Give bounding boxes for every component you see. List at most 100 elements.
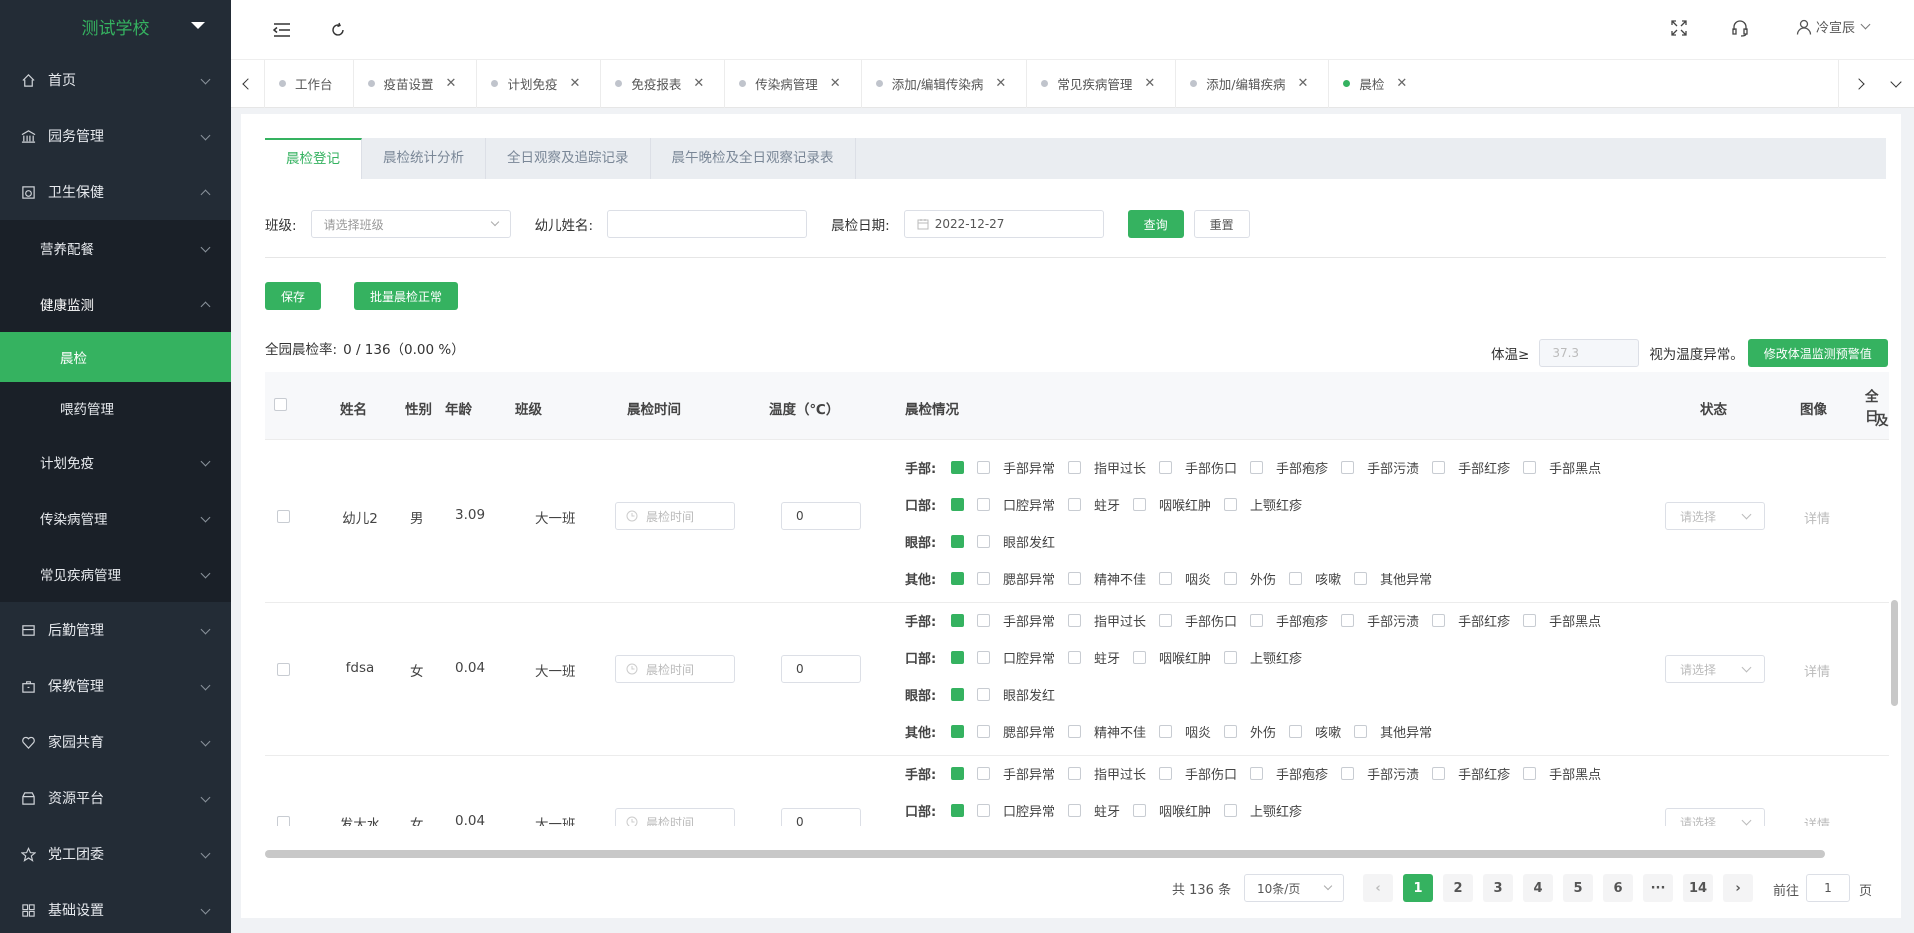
sidebar-item-resources[interactable]: 资源平台: [0, 770, 231, 826]
condition-checkbox[interactable]: [977, 687, 990, 701]
check-time-input[interactable]: 晨检时间: [615, 655, 735, 683]
condition-checkbox[interactable]: [1224, 571, 1238, 585]
page-size-select[interactable]: 10条/页: [1244, 874, 1344, 902]
sidebar-item-medicine[interactable]: 喂药管理: [0, 382, 231, 434]
subtab-observation[interactable]: 全日观察及追踪记录: [486, 138, 651, 179]
normal-checkbox[interactable]: [951, 724, 964, 738]
page-button[interactable]: 4: [1523, 874, 1553, 902]
sidebar-item-affairs[interactable]: 园务管理: [0, 108, 231, 164]
temperature-input[interactable]: 0: [781, 655, 861, 683]
subtab-statistics[interactable]: 晨检统计分析: [362, 138, 486, 179]
subtab-record-table[interactable]: 晨午晚检及全日观察记录表: [651, 138, 856, 179]
condition-checkbox[interactable]: [1133, 650, 1147, 664]
child-name-input[interactable]: [607, 210, 808, 238]
sidebar-item-logistics[interactable]: 后勤管理: [0, 602, 231, 658]
condition-checkbox[interactable]: [1159, 460, 1173, 474]
condition-checkbox[interactable]: [1068, 460, 1082, 474]
close-icon[interactable]: ✕: [693, 76, 704, 91]
condition-checkbox[interactable]: [1341, 460, 1355, 474]
tabs-next-button[interactable]: [1838, 60, 1878, 108]
condition-checkbox[interactable]: [1159, 766, 1173, 780]
temperature-input[interactable]: 0: [781, 502, 861, 530]
page-ellipsis[interactable]: ···: [1643, 874, 1673, 902]
tab-infectious[interactable]: 传染病管理 ✕: [725, 59, 862, 108]
condition-checkbox[interactable]: [1133, 497, 1147, 511]
condition-checkbox[interactable]: [977, 803, 990, 817]
date-picker[interactable]: 2022-12-27: [903, 210, 1104, 238]
condition-checkbox[interactable]: [1224, 803, 1238, 817]
condition-checkbox[interactable]: [1432, 766, 1446, 780]
tabs-more-button[interactable]: [1878, 60, 1914, 108]
row-checkbox[interactable]: [277, 510, 290, 523]
condition-checkbox[interactable]: [1289, 724, 1303, 738]
sidebar-item-education[interactable]: 保教管理: [0, 658, 231, 714]
sidebar-item-health[interactable]: 卫生保健: [0, 164, 231, 220]
tabs-prev-button[interactable]: [231, 59, 265, 108]
close-icon[interactable]: ✕: [995, 76, 1006, 91]
condition-checkbox[interactable]: [977, 571, 990, 585]
page-button[interactable]: 1: [1403, 874, 1433, 902]
condition-checkbox[interactable]: [1354, 724, 1368, 738]
tab-immunization-report[interactable]: 免疫报表 ✕: [601, 59, 726, 108]
condition-checkbox[interactable]: [1341, 613, 1355, 627]
tab-edit-infectious[interactable]: 添加/编辑传染病 ✕: [862, 59, 1028, 108]
sidebar-item-coeducation[interactable]: 家园共育: [0, 714, 231, 770]
condition-checkbox[interactable]: [1523, 766, 1537, 780]
condition-checkbox[interactable]: [977, 766, 990, 780]
condition-checkbox[interactable]: [1224, 497, 1238, 511]
reset-button[interactable]: 重置: [1193, 210, 1250, 238]
normal-checkbox[interactable]: [951, 687, 964, 701]
condition-checkbox[interactable]: [1133, 803, 1147, 817]
condition-checkbox[interactable]: [1159, 724, 1173, 738]
tab-immunization-plan[interactable]: 计划免疫 ✕: [477, 59, 602, 108]
page-button[interactable]: 6: [1603, 874, 1633, 902]
sidebar-item-morning-check[interactable]: 晨检: [0, 332, 231, 382]
normal-checkbox[interactable]: [951, 650, 964, 664]
condition-checkbox[interactable]: [1432, 613, 1446, 627]
condition-checkbox[interactable]: [1068, 803, 1082, 817]
condition-checkbox[interactable]: [1354, 571, 1368, 585]
select-all-checkbox[interactable]: [274, 398, 287, 411]
condition-checkbox[interactable]: [1068, 571, 1082, 585]
prev-page-button[interactable]: ‹: [1363, 874, 1393, 902]
detail-link[interactable]: 详情: [1804, 508, 1830, 527]
save-button[interactable]: 保存: [265, 282, 321, 310]
status-select[interactable]: 请选择: [1665, 808, 1765, 826]
refresh-icon[interactable]: [330, 22, 346, 38]
condition-checkbox[interactable]: [1068, 766, 1082, 780]
next-page-button[interactable]: ›: [1723, 874, 1753, 902]
temp-threshold-input[interactable]: 37.3: [1539, 339, 1640, 367]
close-icon[interactable]: ✕: [830, 76, 841, 91]
condition-checkbox[interactable]: [1250, 766, 1264, 780]
temperature-input[interactable]: 0: [781, 808, 861, 826]
condition-checkbox[interactable]: [977, 613, 990, 627]
sidebar-item-home[interactable]: 首页: [0, 52, 231, 108]
query-button[interactable]: 查询: [1127, 210, 1184, 238]
condition-checkbox[interactable]: [1159, 571, 1173, 585]
fullscreen-icon[interactable]: [1671, 20, 1687, 36]
condition-checkbox[interactable]: [1068, 497, 1082, 511]
condition-checkbox[interactable]: [1224, 650, 1238, 664]
normal-checkbox[interactable]: [951, 613, 964, 627]
modify-threshold-button[interactable]: 修改体温监测预警值: [1747, 339, 1888, 367]
tab-workbench[interactable]: 工作台: [265, 59, 354, 108]
sidebar-item-nutrition[interactable]: 营养配餐: [0, 220, 231, 276]
subtab-registration[interactable]: 晨检登记: [265, 138, 362, 179]
vertical-scrollbar[interactable]: [1891, 600, 1898, 706]
condition-checkbox[interactable]: [1341, 766, 1355, 780]
row-checkbox[interactable]: [277, 663, 290, 676]
condition-checkbox[interactable]: [1523, 613, 1537, 627]
close-icon[interactable]: ✕: [1396, 76, 1407, 91]
tab-morning-check[interactable]: 晨检 ✕: [1329, 60, 1427, 108]
detail-link[interactable]: 详情: [1804, 661, 1830, 680]
tab-edit-disease[interactable]: 添加/编辑疾病 ✕: [1176, 59, 1330, 108]
page-button[interactable]: 14: [1683, 874, 1713, 902]
normal-checkbox[interactable]: [951, 766, 964, 780]
close-icon[interactable]: ✕: [446, 76, 457, 91]
headset-icon[interactable]: [1731, 19, 1749, 37]
menu-fold-icon[interactable]: [272, 22, 291, 38]
condition-checkbox[interactable]: [977, 534, 990, 548]
normal-checkbox[interactable]: [951, 571, 964, 585]
close-icon[interactable]: ✕: [1144, 76, 1155, 91]
condition-checkbox[interactable]: [977, 460, 990, 474]
